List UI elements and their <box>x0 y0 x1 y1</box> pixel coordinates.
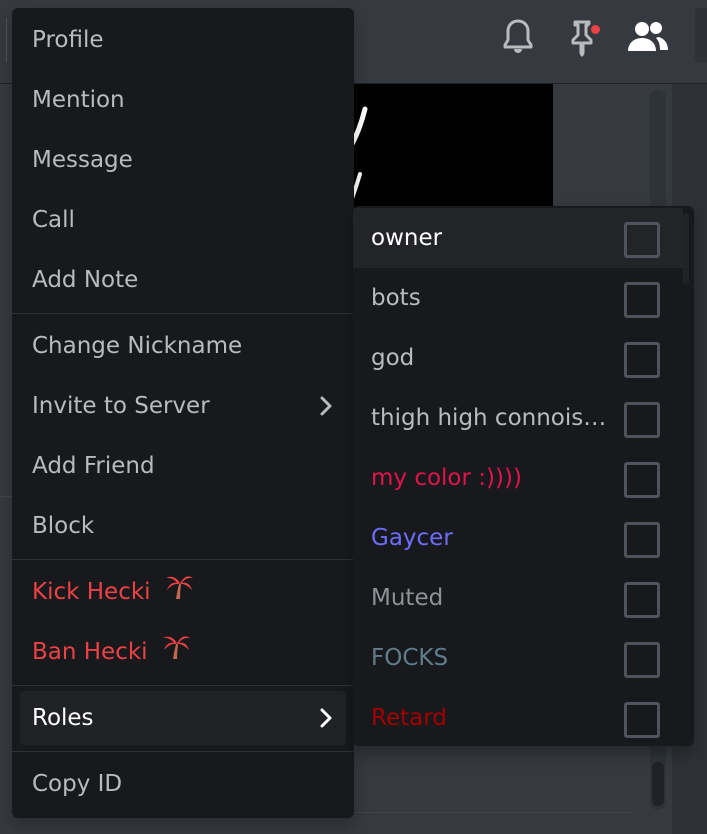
menu-item-block[interactable]: Block <box>20 499 346 553</box>
user-context-menu: Profile Mention Message Call Add Note Ch… <box>12 8 354 818</box>
menu-item-label: Change Nickname <box>32 333 243 359</box>
menu-separator <box>12 685 354 686</box>
palm-tree-icon <box>164 566 194 620</box>
role-checkbox[interactable] <box>624 582 660 618</box>
menu-item-label: Call <box>32 207 75 233</box>
menu-item-mention[interactable]: Mention <box>20 73 346 127</box>
menu-item-label: Copy ID <box>32 771 123 797</box>
header-divider <box>6 18 7 62</box>
divider-line <box>0 496 12 497</box>
menu-item-message[interactable]: Message <box>20 133 346 187</box>
role-checkbox[interactable] <box>624 462 660 498</box>
chevron-right-icon <box>316 379 336 433</box>
menu-item-call[interactable]: Call <box>20 193 346 247</box>
role-item-gaycer[interactable]: Gaycer <box>353 508 683 568</box>
roles-scrollbar-thumb[interactable] <box>683 213 689 285</box>
menu-item-change-nickname[interactable]: Change Nickname <box>20 319 346 373</box>
chevron-right-icon <box>316 691 336 745</box>
role-checkbox[interactable] <box>624 402 660 438</box>
menu-item-label: Add Note <box>32 267 139 293</box>
role-name: thigh high connoisse... <box>371 405 613 431</box>
message-image[interactable] <box>340 84 553 224</box>
role-item-my-color[interactable]: my color :)))) <box>353 448 683 508</box>
menu-item-label: Invite to Server <box>32 393 210 419</box>
role-item-retard[interactable]: Retard <box>353 688 683 746</box>
role-checkbox[interactable] <box>624 222 660 258</box>
menu-item-add-note[interactable]: Add Note <box>20 253 346 307</box>
menu-separator <box>12 559 354 560</box>
header-edge <box>695 8 707 62</box>
menu-item-kick[interactable]: Kick Hecki <box>20 565 346 619</box>
menu-item-label: Ban Hecki <box>32 639 148 665</box>
role-name: god <box>371 345 415 371</box>
menu-item-roles[interactable]: Roles <box>20 691 346 745</box>
role-item-god[interactable]: god <box>353 328 683 388</box>
role-name: my color :)))) <box>371 465 522 491</box>
menu-item-label: Message <box>32 147 133 173</box>
roles-submenu: owner bots god thigh high connoisse... m… <box>353 206 694 746</box>
chat-scrollbar-thumb[interactable] <box>652 762 664 806</box>
menu-item-ban[interactable]: Ban Hecki <box>20 625 346 679</box>
role-item-thigh-high[interactable]: thigh high connoisse... <box>353 388 683 448</box>
palm-tree-icon <box>161 626 191 680</box>
role-name: Retard <box>371 705 447 731</box>
pin-notification-badge <box>588 22 603 37</box>
role-item-focks[interactable]: FOCKS <box>353 628 683 688</box>
menu-item-add-friend[interactable]: Add Friend <box>20 439 346 493</box>
role-checkbox[interactable] <box>624 282 660 318</box>
members-icon[interactable] <box>624 15 672 59</box>
menu-item-label: Block <box>32 513 95 539</box>
role-checkbox[interactable] <box>624 702 660 738</box>
menu-item-copy-id[interactable]: Copy ID <box>20 757 346 811</box>
menu-item-label: Add Friend <box>32 453 155 479</box>
menu-separator <box>12 313 354 314</box>
role-name: bots <box>371 285 421 311</box>
menu-item-invite-to-server[interactable]: Invite to Server <box>20 379 346 433</box>
role-item-owner[interactable]: owner <box>353 208 683 268</box>
bell-icon[interactable] <box>498 15 538 59</box>
role-checkbox[interactable] <box>624 642 660 678</box>
divider-line <box>354 812 634 813</box>
role-item-muted[interactable]: Muted <box>353 568 683 628</box>
role-checkbox[interactable] <box>624 522 660 558</box>
role-checkbox[interactable] <box>624 342 660 378</box>
role-name: Muted <box>371 585 444 611</box>
menu-item-label: Mention <box>32 87 125 113</box>
menu-separator <box>12 751 354 752</box>
menu-item-label: Profile <box>32 27 104 53</box>
menu-item-label: Kick Hecki <box>32 579 151 605</box>
role-item-bots[interactable]: bots <box>353 268 683 328</box>
role-name: Gaycer <box>371 525 453 551</box>
role-name: FOCKS <box>371 645 449 671</box>
menu-item-label: Roles <box>32 705 94 731</box>
menu-item-profile[interactable]: Profile <box>20 13 346 67</box>
role-name: owner <box>371 225 443 251</box>
